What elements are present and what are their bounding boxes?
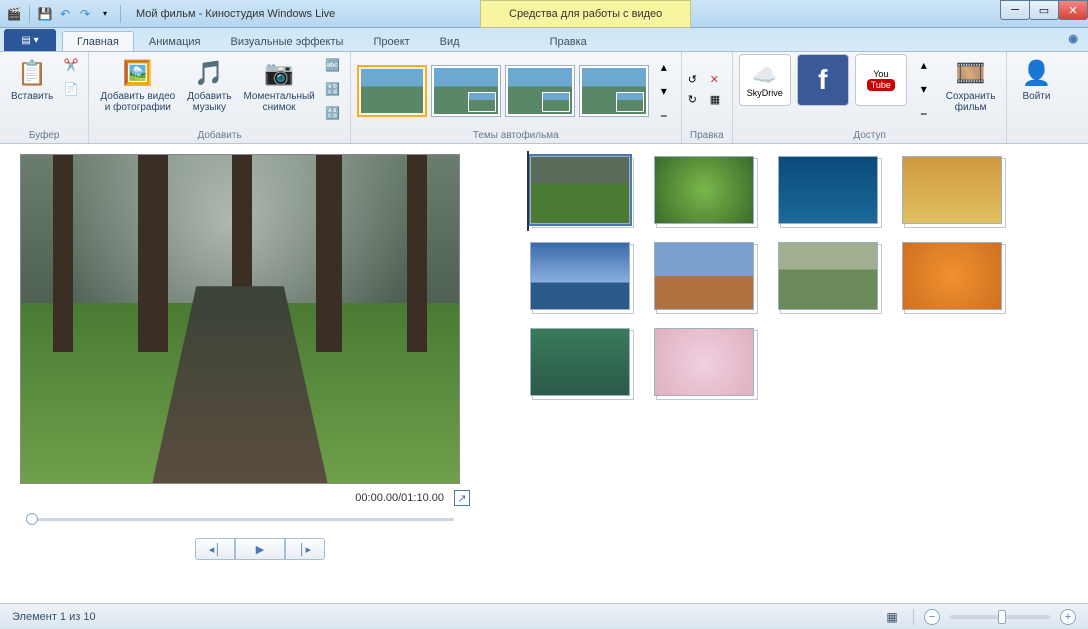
theme-item-1[interactable] [357, 65, 427, 117]
copy-button[interactable]: 📄 [60, 78, 82, 100]
storyboard-panel [510, 144, 1088, 599]
add-credits-button[interactable]: 🔠 [322, 102, 344, 124]
paste-button[interactable]: 📋 Вставить [6, 54, 58, 105]
zoom-slider[interactable] [950, 615, 1050, 619]
gallery-more-button[interactable]: ⎯ [653, 104, 675, 126]
clip-item[interactable] [902, 156, 1002, 224]
playhead-marker[interactable] [527, 151, 529, 231]
clip-item[interactable] [654, 328, 754, 396]
tab-effects[interactable]: Визуальные эффекты [216, 31, 359, 51]
theme-item-3[interactable] [505, 65, 575, 117]
qat-dropdown-icon[interactable]: ▾ [97, 6, 113, 22]
add-title-button[interactable]: 🔤 [322, 54, 344, 76]
share-down-button[interactable]: ▾ [913, 78, 935, 100]
theme-item-2[interactable] [431, 65, 501, 117]
help-icon[interactable]: ◉ [1068, 32, 1078, 45]
next-frame-button[interactable]: │▸ [285, 538, 325, 560]
ribbon-group-signin: 👤 Войти [1007, 52, 1065, 143]
minimize-button[interactable]: ─ [1000, 0, 1030, 20]
main-area: 00:00.00/01:10.00 ↗ ◂│ ▶ │▸ [0, 144, 1088, 599]
prev-frame-button[interactable]: ◂│ [195, 538, 235, 560]
snapshot-button[interactable]: 📷 Моментальный снимок [238, 54, 319, 116]
redo-icon[interactable]: ↷ [77, 6, 93, 22]
tab-animation[interactable]: Анимация [134, 31, 216, 51]
ribbon-group-share: ☁️ SkyDrive f You YouTube Tube ▴ ▾ ⎯ 🎞️ … [733, 52, 1008, 143]
playback-controls: ◂│ ▶ │▸ [20, 538, 500, 560]
share-more-button[interactable]: ⎯ [913, 102, 935, 124]
skydrive-button[interactable]: ☁️ SkyDrive [739, 54, 791, 106]
theme-item-4[interactable] [579, 65, 649, 117]
clipboard-icon: 📋 [16, 57, 48, 89]
ribbon-tabs: ▤ ▾ Главная Анимация Визуальные эффекты … [0, 28, 1088, 52]
ribbon-group-edit: ↺ ✕ ↻ ▦ Правка [682, 52, 733, 143]
file-menu-button[interactable]: ▤ ▾ [4, 29, 56, 51]
play-button[interactable]: ▶ [235, 538, 285, 560]
clip-item[interactable] [654, 156, 754, 224]
add-caption-button[interactable]: 🔡 [322, 78, 344, 100]
music-icon: 🎵 [193, 57, 225, 89]
playback-thumb[interactable] [26, 513, 38, 525]
user-icon: 👤 [1020, 57, 1052, 89]
clip-item[interactable] [778, 156, 878, 224]
tab-edit[interactable]: Правка [535, 31, 602, 51]
add-video-icon: 🖼️ [122, 57, 154, 89]
status-bar: Элемент 1 из 10 ▦ − + [0, 603, 1088, 629]
view-toggle-button[interactable]: ▦ [881, 606, 903, 628]
file-menu-icon: ▤ ▾ [21, 35, 38, 46]
select-all-icon[interactable]: ▦ [710, 93, 726, 109]
add-video-button[interactable]: 🖼️ Добавить видео и фотографии [95, 54, 180, 116]
ribbon-group-add: 🖼️ Добавить видео и фотографии 🎵 Добавит… [89, 52, 350, 143]
rotate-right-icon[interactable]: ↻ [688, 93, 704, 109]
tab-main[interactable]: Главная [62, 31, 134, 51]
youtube-icon: You [873, 69, 888, 79]
window-controls: ─ ▭ ✕ [1001, 0, 1088, 20]
gallery-up-button[interactable]: ▴ [653, 56, 675, 78]
timecode: 00:00.00/01:10.00 [355, 492, 444, 504]
add-music-button[interactable]: 🎵 Добавить музыку [182, 54, 236, 116]
rotate-left-icon[interactable]: ↺ [688, 73, 704, 89]
clip-item[interactable] [902, 242, 1002, 310]
youtube-logo-tube: Tube [867, 79, 895, 91]
undo-icon[interactable]: ↶ [57, 6, 73, 22]
share-up-button[interactable]: ▴ [913, 54, 935, 76]
save-icon[interactable]: 💾 [37, 6, 53, 22]
title-bar: 🎬 💾 ↶ ↷ ▾ Мой фильм - Киностудия Windows… [0, 0, 1088, 28]
tab-view[interactable]: Вид [425, 31, 475, 51]
video-preview[interactable] [20, 154, 460, 484]
signin-button[interactable]: 👤 Войти [1013, 54, 1059, 105]
skydrive-icon: ☁️ [752, 63, 777, 88]
clip-item[interactable] [530, 328, 630, 396]
quick-access-toolbar: 🎬 💾 ↶ ↷ ▾ [0, 5, 130, 23]
youtube-button[interactable]: You YouTube Tube [855, 54, 907, 106]
clip-grid [530, 156, 1068, 396]
fullscreen-icon[interactable]: ↗ [454, 490, 470, 506]
clip-item[interactable] [654, 242, 754, 310]
clip-item[interactable] [530, 156, 630, 224]
gallery-down-button[interactable]: ▾ [653, 80, 675, 102]
app-icon[interactable]: 🎬 [6, 6, 22, 22]
film-reel-icon: 🎞️ [955, 57, 987, 89]
status-element-count: Элемент 1 из 10 [12, 611, 96, 623]
contextual-tab-label: Средства для работы с видео [480, 0, 691, 28]
ribbon-group-themes: ▴ ▾ ⎯ Темы автофильма [351, 52, 682, 143]
close-button[interactable]: ✕ [1058, 0, 1088, 20]
delete-icon[interactable]: ✕ [710, 73, 726, 89]
camera-icon: 📷 [263, 57, 295, 89]
playback-slider[interactable] [20, 510, 460, 528]
window-title: Мой фильм - Киностудия Windows Live [136, 8, 335, 20]
clip-item[interactable] [778, 242, 878, 310]
maximize-button[interactable]: ▭ [1029, 0, 1059, 20]
preview-panel: 00:00.00/01:10.00 ↗ ◂│ ▶ │▸ [0, 144, 510, 599]
clip-item[interactable] [530, 242, 630, 310]
save-movie-button[interactable]: 🎞️ Сохранить фильм [941, 54, 1001, 116]
ribbon: 📋 Вставить ✂️ 📄 Буфер 🖼️ Добавить видео … [0, 52, 1088, 144]
ribbon-group-buffer: 📋 Вставить ✂️ 📄 Буфер [0, 52, 89, 143]
tab-project[interactable]: Проект [358, 31, 424, 51]
cut-button[interactable]: ✂️ [60, 54, 82, 76]
zoom-out-button[interactable]: − [924, 609, 940, 625]
facebook-button[interactable]: f [797, 54, 849, 106]
zoom-in-button[interactable]: + [1060, 609, 1076, 625]
zoom-thumb[interactable] [998, 610, 1006, 624]
